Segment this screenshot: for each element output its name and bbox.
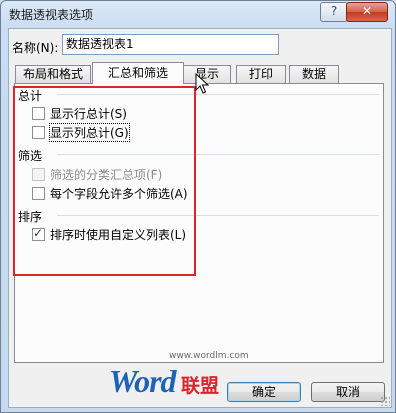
tab-data[interactable]: 数据 (289, 65, 339, 83)
section-title-filters: 筛选 (18, 149, 43, 163)
checkbox-custom-lists[interactable] (32, 226, 45, 241)
name-label: 名称(N): (12, 41, 59, 55)
help-button[interactable]: ? (320, 2, 348, 22)
ok-button[interactable]: 确定 (227, 382, 301, 402)
checkbox-row-filtered-subtotals: 筛选的分类汇总项(F) (32, 166, 162, 182)
help-icon: ? (330, 4, 338, 18)
watermark-cn: 联盟 (181, 375, 220, 397)
tab-totals-filters[interactable]: 汇总和筛选 (92, 62, 184, 84)
checkbox-row-show-row-totals[interactable]: 显示行总计(S) (32, 105, 127, 121)
close-icon: ✕ (361, 4, 373, 18)
section-divider (57, 94, 379, 95)
tab-panel: 总计 显示行总计(S) 显示列总计(G) 筛选 筛选的分类汇总项(F) 每个字段… (14, 83, 384, 363)
section-divider (57, 154, 379, 155)
checkbox-label: 筛选的分类汇总项(F) (50, 167, 163, 182)
checkbox-show-row-totals[interactable] (32, 106, 45, 120)
mouse-cursor-icon (195, 73, 209, 94)
section-title-totals: 总计 (18, 89, 43, 103)
checkbox-filtered-subtotals (32, 167, 45, 181)
checkbox-multiple-filters[interactable] (32, 186, 45, 200)
section-title-sorting: 排序 (18, 210, 43, 224)
dialog-window: 数据透视表选项 ? ✕ 名称(N): 布局和格式 汇总和筛选 显示 打印 数据 … (0, 0, 396, 413)
resize-grip-icon[interactable] (380, 396, 390, 406)
checkbox-label: 显示行总计(S) (50, 106, 127, 121)
close-button[interactable]: ✕ (346, 2, 388, 22)
checkbox-show-column-totals[interactable] (32, 125, 45, 139)
section-divider (57, 215, 379, 216)
checkbox-row-show-column-totals[interactable]: 显示列总计(G) (32, 122, 130, 142)
checkbox-label: 排序时使用自定义列表(L) (50, 227, 187, 242)
checkbox-label: 每个字段允许多个筛选(A) (50, 186, 188, 201)
checkbox-row-multiple-filters[interactable]: 每个字段允许多个筛选(A) (32, 185, 188, 201)
tab-layout-format[interactable]: 布局和格式 (15, 65, 91, 83)
title-bar[interactable]: 数据透视表选项 ? ✕ (1, 1, 395, 31)
checkbox-label: 显示列总计(G) (49, 122, 130, 142)
window-title: 数据透视表选项 (9, 8, 94, 22)
tab-printing[interactable]: 打印 (236, 65, 286, 83)
watermark-url: www.wordlm.com (169, 351, 249, 361)
checkbox-row-custom-lists[interactable]: 排序时使用自定义列表(L) (32, 226, 186, 242)
name-input[interactable] (62, 34, 279, 55)
cancel-button[interactable]: 取消 (311, 382, 385, 402)
watermark-word: Word (109, 363, 177, 399)
